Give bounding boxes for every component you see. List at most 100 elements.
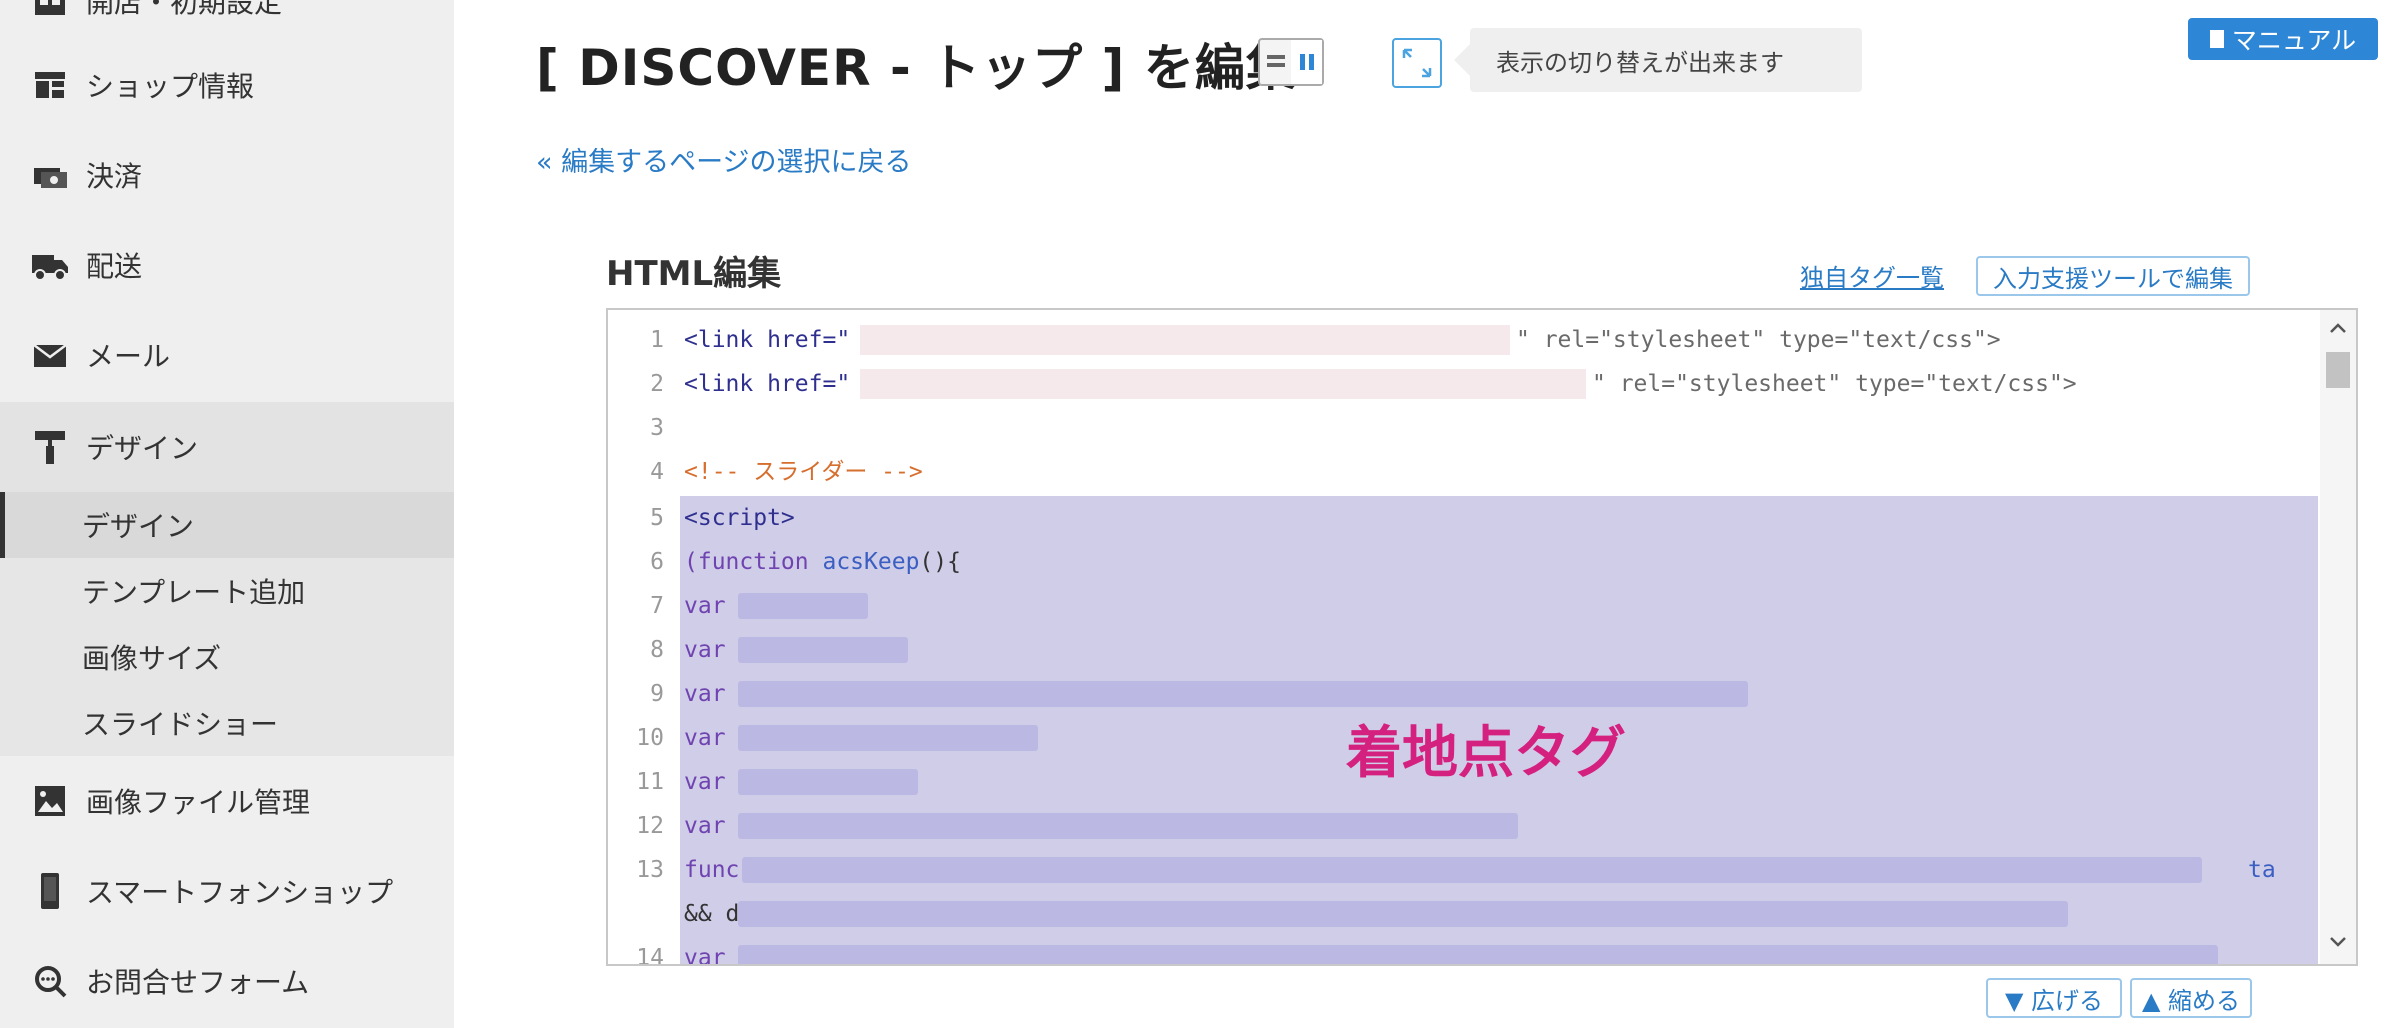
sidebar-subitem-image-size[interactable]: 画像サイズ <box>0 624 454 690</box>
code-text: <link href=" <box>684 371 851 397</box>
scrollbar-thumb[interactable] <box>2326 352 2350 388</box>
code-text: && d <box>684 901 740 927</box>
two-column-view-icon[interactable] <box>1291 40 1322 84</box>
custom-tag-list-link[interactable]: 独自タグ一覧 <box>1800 258 1944 293</box>
mail-icon <box>30 335 70 375</box>
sidebar-item-payment[interactable]: 決済 <box>0 130 454 220</box>
code-text: " rel="stylesheet" type="text/css"> <box>1516 327 2001 353</box>
code-keyword: func <box>684 857 740 883</box>
code-punctuation: (){ <box>919 549 961 575</box>
code-keyword: (function <box>684 549 823 575</box>
collapse-editor-button[interactable]: ▲ 縮める <box>2130 978 2252 1018</box>
line-number: 1 <box>650 327 664 353</box>
image-icon <box>30 781 70 821</box>
sidebar-item-mail[interactable]: メール <box>0 310 454 400</box>
line-number: 6 <box>650 549 664 575</box>
code-keyword: var <box>684 681 726 707</box>
expand-arrows-icon <box>1402 48 1432 78</box>
sidebar-subitem-label: テンプレート追加 <box>82 576 306 609</box>
code-text: <script> <box>684 505 795 531</box>
sidebar-subitem-label: デザイン <box>82 510 195 543</box>
code-keyword: var <box>684 725 726 751</box>
line-number: 3 <box>650 415 664 441</box>
code-line[interactable]: 5 <script> <box>608 496 2318 540</box>
redacted-code <box>738 945 2218 964</box>
code-keyword: var <box>684 593 726 619</box>
sidebar-item-smartphone-shop[interactable]: スマートフォンショップ <box>0 846 454 936</box>
line-number: 8 <box>650 637 664 663</box>
scroll-down-arrow-icon[interactable] <box>2320 924 2356 960</box>
line-number: 14 <box>636 945 664 966</box>
html-code-editor[interactable]: 1 <link href=" " rel="stylesheet" type="… <box>606 308 2358 966</box>
code-line[interactable]: 13 func ta <box>608 848 2318 892</box>
smartphone-icon <box>30 871 70 911</box>
sidebar-item-label: メール <box>86 340 171 373</box>
code-line[interactable]: 7 var <box>608 584 2318 628</box>
sidebar-subitem-slideshow[interactable]: スライドショー <box>0 690 454 756</box>
code-line-wrapped[interactable]: && d <box>608 892 2318 936</box>
back-to-page-select-link[interactable]: « 編集するページの選択に戻る <box>536 140 912 179</box>
line-number: 10 <box>636 725 664 751</box>
sidebar-item-label: デザイン <box>86 432 199 465</box>
code-line[interactable]: 14 var <box>608 936 2318 966</box>
code-text: <link href=" <box>684 327 851 353</box>
redacted-code <box>738 593 868 619</box>
single-column-view-icon[interactable] <box>1260 40 1291 84</box>
input-assist-tool-button[interactable]: 入力支援ツールで編集 <box>1976 256 2250 296</box>
sidebar-item-label: お問合せフォーム <box>86 966 310 999</box>
sidebar-item-image-files[interactable]: 画像ファイル管理 <box>0 756 454 846</box>
expand-editor-button[interactable]: ▼ 広げる <box>1986 978 2122 1018</box>
sidebar-item-label: 画像ファイル管理 <box>86 786 311 819</box>
editor-scrollbar[interactable] <box>2320 310 2356 964</box>
code-comment: <!-- スライダー --> <box>684 459 923 485</box>
sidebar: 開店・初期設定 ショップ情報 決済 配送 メール デザイン デザイン テンプレー… <box>0 0 454 1028</box>
section-title: HTML編集 <box>606 254 782 294</box>
line-number: 12 <box>636 813 664 839</box>
sidebar-item-label: 決済 <box>86 160 143 193</box>
redacted-code <box>738 813 1518 839</box>
code-line[interactable]: 4 <!-- スライダー --> <box>608 450 2318 494</box>
sidebar-item-shop-info[interactable]: ショップ情報 <box>0 40 454 130</box>
sidebar-item-label: 開店・初期設定 <box>86 0 283 19</box>
payment-icon <box>30 155 70 195</box>
manual-button-label: マニュアル <box>2231 26 2357 55</box>
line-number: 13 <box>636 857 664 883</box>
code-line[interactable]: 2 <link href=" " rel="stylesheet" type="… <box>608 362 2318 406</box>
code-function-name: acsKeep <box>822 549 920 575</box>
sidebar-item-label: スマートフォンショップ <box>86 876 394 909</box>
scroll-up-arrow-icon[interactable] <box>2320 310 2356 346</box>
manual-button[interactable]: マニュアル <box>2188 18 2378 60</box>
code-keyword: var <box>684 769 726 795</box>
sidebar-subitem-design[interactable]: デザイン <box>0 492 454 558</box>
redacted-url <box>860 325 1510 355</box>
code-keyword: var <box>684 637 726 663</box>
redacted-code <box>738 725 1038 751</box>
sidebar-item-design[interactable]: デザイン <box>0 402 454 492</box>
redacted-code <box>742 857 2202 883</box>
view-toggle-tooltip: 表示の切り替えが出来ます <box>1454 28 1862 92</box>
code-line[interactable]: 12 var <box>608 804 2318 848</box>
code-text: ta <box>2248 857 2276 883</box>
redacted-url <box>860 369 1586 399</box>
landing-tag-annotation: 着地点タグ <box>1346 721 1626 786</box>
store-icon <box>30 0 70 21</box>
code-line[interactable]: 3 <box>608 406 2318 450</box>
code-keyword: var <box>684 813 726 839</box>
redacted-code <box>738 681 1748 707</box>
redacted-code <box>738 769 918 795</box>
line-number: 4 <box>650 459 664 485</box>
code-line[interactable]: 6 (function acsKeep(){ <box>608 540 2318 584</box>
sidebar-item-shipping[interactable]: 配送 <box>0 220 454 310</box>
sidebar-subitem-template-add[interactable]: テンプレート追加 <box>0 558 454 624</box>
code-line[interactable]: 1 <link href=" " rel="stylesheet" type="… <box>608 318 2318 362</box>
fullscreen-toggle-button[interactable] <box>1392 38 1442 88</box>
line-number: 9 <box>650 681 664 707</box>
redacted-code <box>738 901 2068 927</box>
redacted-code <box>738 637 908 663</box>
view-toggle[interactable] <box>1258 38 1324 86</box>
line-number: 5 <box>650 505 664 531</box>
page-title: [ DISCOVER - トップ ] を編集 <box>536 39 1297 97</box>
sidebar-item-contact-form[interactable]: お問合せフォーム <box>0 936 454 1026</box>
search-chat-icon <box>30 961 70 1001</box>
code-line[interactable]: 8 var <box>608 628 2318 672</box>
